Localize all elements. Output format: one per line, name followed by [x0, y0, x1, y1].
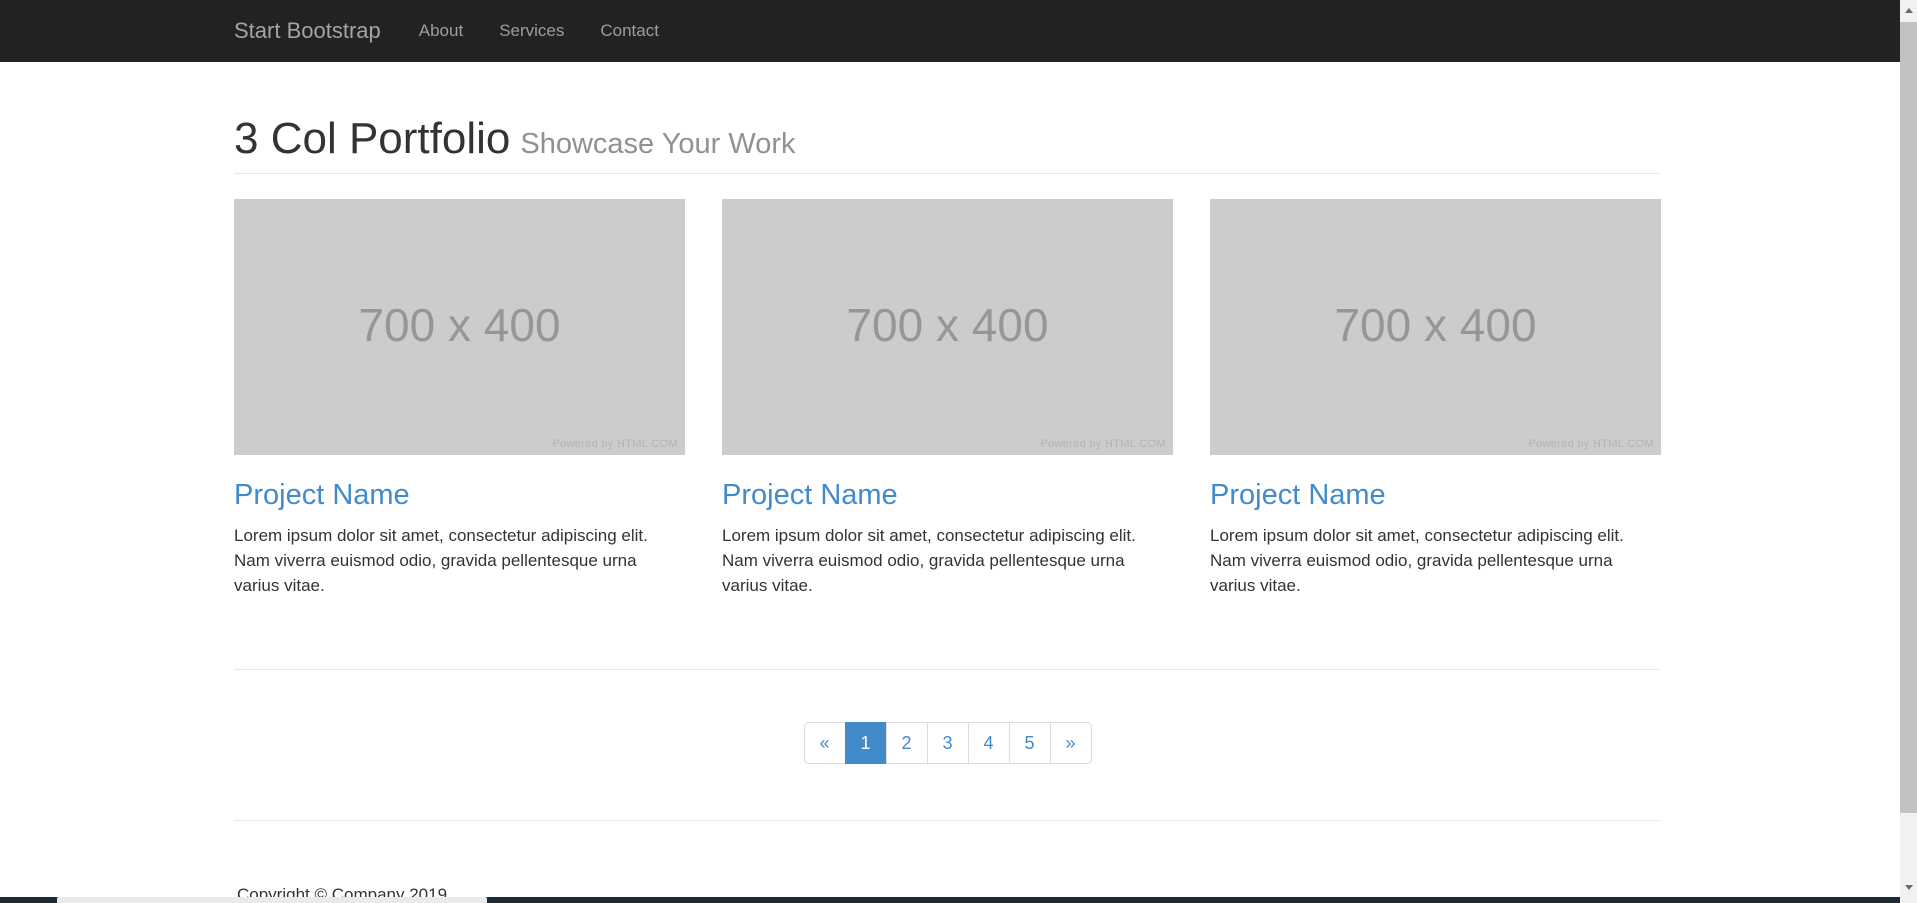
placeholder-dimensions-label: 700 x 400	[722, 298, 1173, 352]
project-name-link[interactable]: Project Name	[722, 479, 1173, 511]
scrollbar-corner	[1900, 897, 1917, 903]
placeholder-image: 700 x 400 Powered by HTML.COM	[234, 199, 685, 455]
divider-middle	[234, 669, 1661, 670]
placeholder-watermark: Powered by HTML.COM	[552, 438, 678, 450]
pagination-prev[interactable]: «	[804, 722, 846, 764]
placeholder-image: 700 x 400 Powered by HTML.COM	[1210, 199, 1661, 455]
page-title: 3 Col Portfolio	[234, 114, 510, 163]
project-description: Lorem ipsum dolor sit amet, consectetur …	[1210, 523, 1661, 598]
pagination-page-1[interactable]: 1	[845, 722, 887, 764]
page-header: 3 Col Portfolio Showcase Your Work	[234, 114, 795, 164]
pagination-page-5[interactable]: 5	[1009, 722, 1051, 764]
project-name-link[interactable]: Project Name	[1210, 479, 1661, 511]
vertical-scrollbar[interactable]	[1900, 0, 1917, 897]
arrow-down-icon	[1905, 885, 1913, 890]
scrollbar-down-button[interactable]	[1900, 877, 1917, 897]
placeholder-image: 700 x 400 Powered by HTML.COM	[722, 199, 1173, 455]
page-subtitle: Showcase Your Work	[520, 128, 795, 160]
divider-bottom	[234, 820, 1661, 821]
taskbar-strip	[0, 897, 1917, 903]
pagination-page-2[interactable]: 2	[886, 722, 928, 764]
portfolio-card: 700 x 400 Powered by HTML.COM Project Na…	[722, 199, 1173, 598]
portfolio-card: 700 x 400 Powered by HTML.COM Project Na…	[234, 199, 685, 598]
project-description: Lorem ipsum dolor sit amet, consectetur …	[234, 523, 685, 598]
portfolio-card: 700 x 400 Powered by HTML.COM Project Na…	[1210, 199, 1661, 598]
placeholder-watermark: Powered by HTML.COM	[1040, 438, 1166, 450]
project-description: Lorem ipsum dolor sit amet, consectetur …	[722, 523, 1173, 598]
arrow-up-icon	[1905, 8, 1913, 13]
project-name-link[interactable]: Project Name	[234, 479, 685, 511]
scrollbar-thumb[interactable]	[1900, 22, 1917, 813]
pagination-next[interactable]: »	[1050, 722, 1092, 764]
placeholder-dimensions-label: 700 x 400	[234, 298, 685, 352]
divider-top	[234, 173, 1661, 174]
placeholder-watermark: Powered by HTML.COM	[1528, 438, 1654, 450]
scrollbar-up-button[interactable]	[1900, 0, 1917, 20]
pagination-page-3[interactable]: 3	[927, 722, 969, 764]
pagination-page-4[interactable]: 4	[968, 722, 1010, 764]
placeholder-dimensions-label: 700 x 400	[1210, 298, 1661, 352]
pagination: « 1 2 3 4 5 »	[234, 722, 1661, 764]
taskbar-search-box[interactable]	[57, 897, 487, 903]
main-content: 3 Col Portfolio Showcase Your Work 700 x …	[234, 0, 1661, 903]
